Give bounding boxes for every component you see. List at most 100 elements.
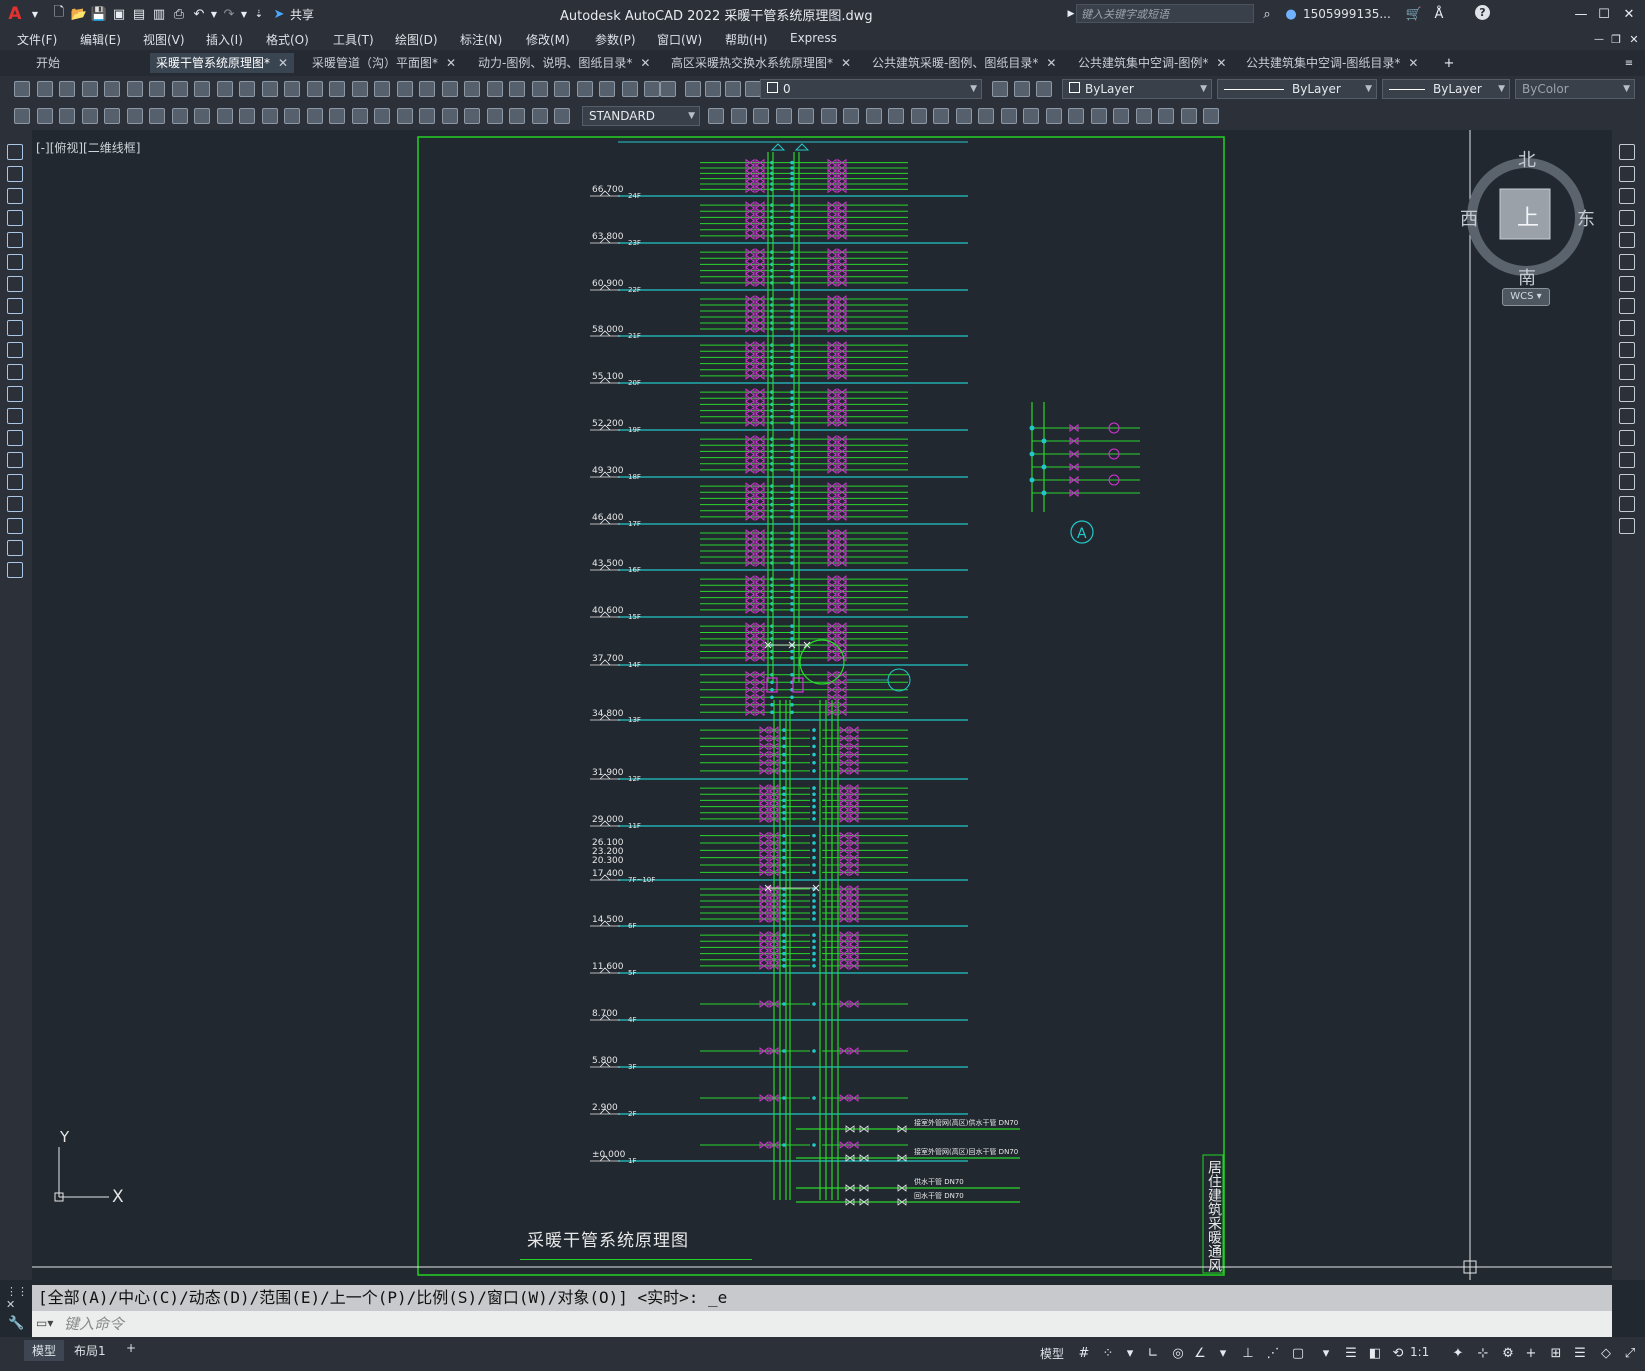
user-icon[interactable]: ● (1282, 5, 1300, 23)
draw-tool-icon-1[interactable] (7, 144, 23, 160)
standard-tool-icon-11[interactable] (239, 81, 255, 97)
layer-state-tool-icon-2[interactable] (1014, 81, 1030, 97)
modify-tool-icon-14[interactable] (1001, 108, 1017, 124)
layer-state-tool-icon-1[interactable] (992, 81, 1008, 97)
close-tab-icon[interactable]: ✕ (278, 56, 288, 70)
draw-tool-icon-7[interactable] (7, 276, 23, 292)
standard-tool-icon-13[interactable] (284, 81, 300, 97)
menu-insert[interactable]: 插入(I) (206, 31, 243, 48)
maximize-window-icon[interactable]: ☐ (1595, 5, 1613, 23)
standard-tool-icon-33[interactable] (725, 81, 741, 97)
standard-tool-icon-32[interactable] (705, 81, 721, 97)
modify-tool-icon-9[interactable] (1619, 320, 1635, 336)
standard-tool-icon-14[interactable] (307, 81, 323, 97)
annotation-visibility-icon[interactable]: ✦ (1450, 1346, 1466, 1362)
save-as-icon[interactable]: ▣ (110, 5, 128, 23)
dimension-tool-icon-5[interactable] (104, 108, 120, 124)
add-layout-icon[interactable]: + (126, 1341, 136, 1355)
dimension-tool-icon-20[interactable] (442, 108, 458, 124)
user-name[interactable]: 1505999135... (1303, 7, 1391, 21)
tab-public-heating-legend[interactable]: 公共建筑采暖-图例、图纸目录* ✕ (866, 53, 1062, 73)
modify-tool-icon-13[interactable] (1619, 408, 1635, 424)
draw-tool-icon-20[interactable] (7, 562, 23, 578)
minimize-window-icon[interactable]: — (1572, 5, 1590, 23)
modify-tool-icon-21[interactable] (1158, 108, 1174, 124)
dimension-tool-icon-16[interactable] (352, 108, 368, 124)
dimension-tool-icon-4[interactable] (82, 108, 98, 124)
modify-tool-icon-1[interactable] (708, 108, 724, 124)
dimension-tool-icon-9[interactable] (194, 108, 210, 124)
tab-heating-main-diagram[interactable]: 采暖干管系统原理图* ✕ (150, 53, 295, 73)
share-label[interactable]: 共享 (290, 6, 314, 23)
menu-format[interactable]: 格式(O) (266, 31, 309, 48)
layer-state-tool-icon-3[interactable] (1036, 81, 1052, 97)
annotation-scale[interactable]: 1:1 (1410, 1345, 1429, 1359)
standard-tool-icon-31[interactable] (685, 81, 701, 97)
standard-tool-icon-29[interactable] (644, 81, 660, 97)
modify-tool-icon-5[interactable] (1619, 232, 1635, 248)
dimension-tool-icon-23[interactable] (509, 108, 525, 124)
tab-list-icon[interactable]: ≡ (1620, 54, 1638, 72)
close-tab-icon[interactable]: ✕ (1408, 56, 1418, 70)
layout-tab-model[interactable]: 模型 (24, 1340, 65, 1361)
menu-file[interactable]: 文件(F) (17, 31, 57, 48)
menu-parametric[interactable]: 参数(P) (595, 31, 636, 48)
dimension-tool-icon-10[interactable] (217, 108, 233, 124)
standard-tool-icon-4[interactable] (82, 81, 98, 97)
modify-tool-icon-2[interactable] (1619, 166, 1635, 182)
standard-tool-icon-8[interactable] (172, 81, 188, 97)
standard-tool-icon-1[interactable] (14, 81, 30, 97)
linetype-dropdown[interactable]: ByLayer ▼ (1217, 79, 1377, 99)
modify-tool-icon-16[interactable] (1619, 474, 1635, 490)
draw-tool-icon-12[interactable] (7, 386, 23, 402)
standard-tool-icon-26[interactable] (577, 81, 593, 97)
selection-cycling-icon[interactable]: ⟲ (1390, 1346, 1406, 1362)
standard-tool-icon-18[interactable] (397, 81, 413, 97)
draw-tool-icon-16[interactable] (7, 474, 23, 490)
draw-tool-icon-8[interactable] (7, 298, 23, 314)
command-input[interactable]: 键入命令 (32, 1311, 1612, 1337)
standard-tool-icon-24[interactable] (532, 81, 548, 97)
save-icon[interactable]: 💾 (90, 5, 108, 23)
drawing-viewport[interactable]: [-][俯视][二维线框] 66.700 24F 63.800 23F 60.900 22… (32, 130, 1612, 1280)
dimension-tool-icon-21[interactable] (464, 108, 480, 124)
modify-tool-icon-20[interactable] (1136, 108, 1152, 124)
transparency-icon[interactable]: ◧ (1367, 1346, 1383, 1362)
standard-tool-icon-23[interactable] (509, 81, 525, 97)
modify-tool-icon-23[interactable] (1203, 108, 1219, 124)
draw-tool-icon-5[interactable] (7, 232, 23, 248)
osnap-caret-icon[interactable]: ▾ (1318, 1346, 1334, 1362)
modify-tool-icon-1[interactable] (1619, 144, 1635, 160)
autodesk-app-icon[interactable]: Å (1430, 5, 1448, 23)
modify-tool-icon-17[interactable] (1068, 108, 1084, 124)
close-tab-icon[interactable]: ✕ (446, 56, 456, 70)
modify-tool-icon-12[interactable] (956, 108, 972, 124)
help-icon[interactable]: ? (1475, 5, 1490, 20)
menu-modify[interactable]: 修改(M) (526, 31, 570, 48)
standard-tool-icon-2[interactable] (37, 81, 53, 97)
modify-tool-icon-18[interactable] (1619, 518, 1635, 534)
standard-tool-icon-27[interactable] (599, 81, 615, 97)
modify-tool-icon-14[interactable] (1619, 430, 1635, 446)
dimension-tool-icon-15[interactable] (329, 108, 345, 124)
command-recent-icon[interactable]: ▭▾ (36, 1316, 53, 1330)
draw-tool-icon-2[interactable] (7, 166, 23, 182)
undo-caret-icon[interactable]: ▼ (210, 5, 218, 23)
modify-tool-icon-6[interactable] (1619, 254, 1635, 270)
draw-tool-icon-10[interactable] (7, 342, 23, 358)
close-tab-icon[interactable]: ✕ (1216, 56, 1226, 70)
modify-tool-icon-11[interactable] (1619, 364, 1635, 380)
customize-caret-icon[interactable]: ⇣ (250, 5, 268, 23)
viewcube-south[interactable]: 南 (1518, 264, 1536, 290)
menu-window[interactable]: 窗口(W) (657, 31, 702, 48)
standard-tool-icon-7[interactable] (149, 81, 165, 97)
modify-tool-icon-15[interactable] (1023, 108, 1039, 124)
fullscreen-icon[interactable]: ⤢ (1622, 1346, 1638, 1362)
ortho-icon[interactable]: ◎ (1170, 1346, 1186, 1362)
draw-tool-icon-15[interactable] (7, 452, 23, 468)
standard-tool-icon-5[interactable] (104, 81, 120, 97)
layout-tab-layout1[interactable]: 布局1 (74, 1342, 106, 1359)
tab-high-zone-diagram[interactable]: 高区采暖热交换水系统原理图* ✕ (665, 53, 857, 73)
modify-tool-icon-9[interactable] (888, 108, 904, 124)
standard-tool-icon-22[interactable] (487, 81, 503, 97)
